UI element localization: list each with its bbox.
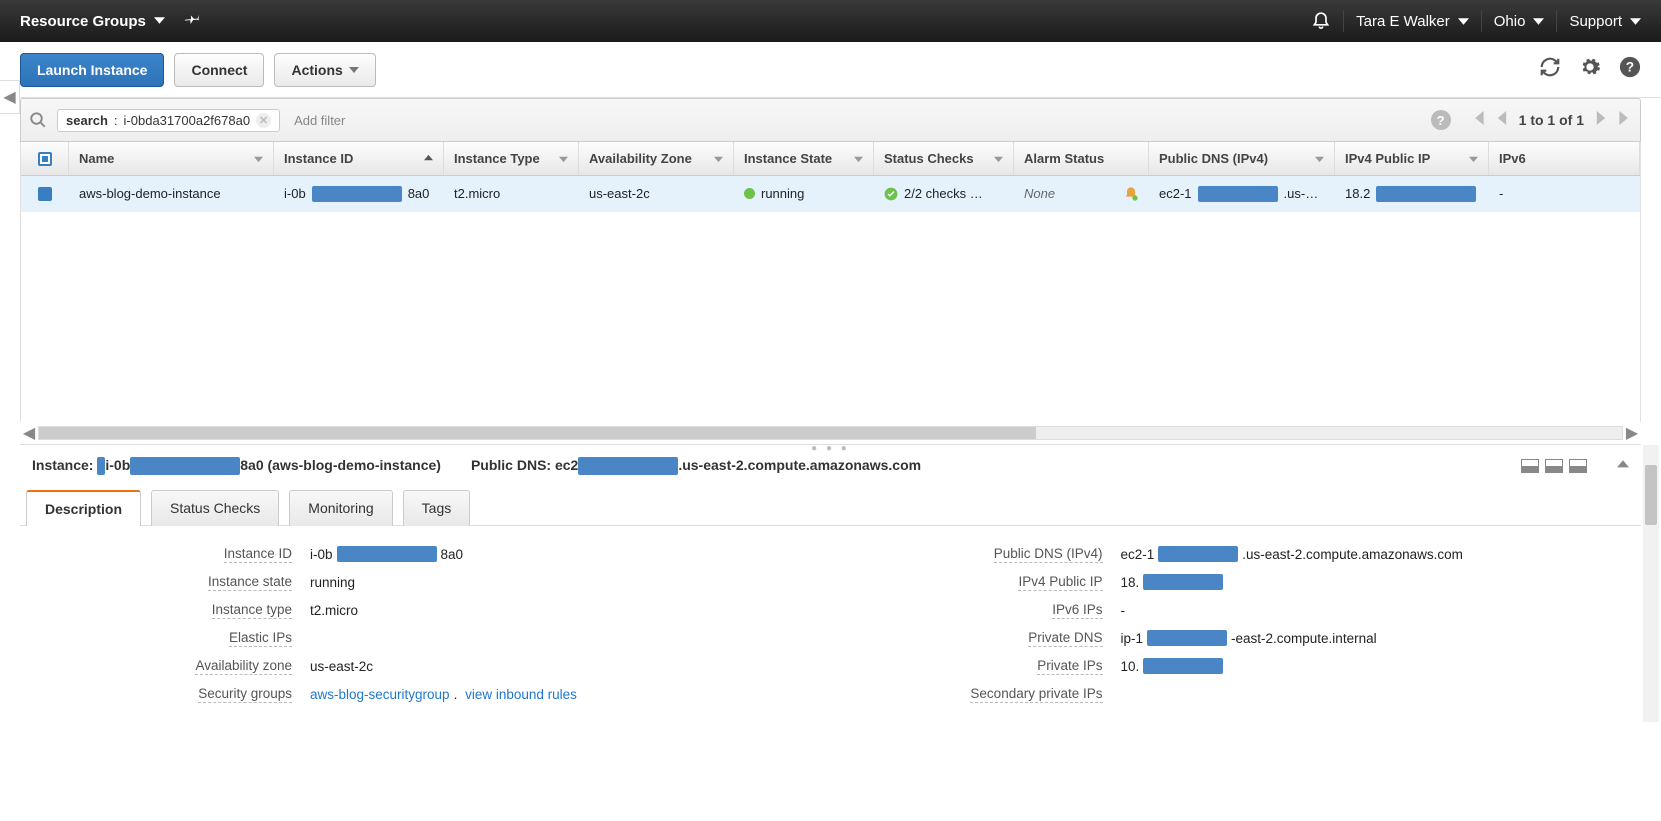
gear-icon[interactable] <box>1579 56 1601 83</box>
cell-checks: 2/2 checks … <box>874 186 1014 201</box>
running-icon <box>744 188 755 199</box>
vertical-scrollbar[interactable] <box>1643 445 1659 722</box>
sort-icon <box>714 151 723 166</box>
page-prev-icon[interactable] <box>1495 111 1509 130</box>
sort-icon <box>854 151 863 166</box>
sort-icon <box>994 151 1003 166</box>
redacted <box>130 457 240 475</box>
description-body: Instance IDi-0b8a0 Instance staterunning… <box>20 526 1641 722</box>
tab-status-checks[interactable]: Status Checks <box>151 490 279 526</box>
chevron-down-icon <box>154 13 165 30</box>
tab-description[interactable]: Description <box>26 490 141 526</box>
layout-compact-icon[interactable] <box>1521 459 1539 473</box>
detail-panel: ● ● ● Instance: i-0b8a0 (aws-blog-demo-i… <box>20 444 1641 722</box>
collapse-icon[interactable] <box>1617 458 1629 474</box>
col-ip[interactable]: IPv4 Public IP <box>1335 142 1489 175</box>
col-name[interactable]: Name <box>69 142 274 175</box>
detail-tabs: Description Status Checks Monitoring Tag… <box>20 489 1641 526</box>
check-ok-icon <box>884 187 898 201</box>
cell-ipv6: - <box>1489 186 1640 201</box>
resize-grip-icon[interactable]: ● ● ● <box>811 443 850 454</box>
col-alarm[interactable]: Alarm Status <box>1014 142 1149 175</box>
cell-az: us-east-2c <box>579 186 734 201</box>
scroll-left-icon[interactable]: ◀ <box>20 423 38 443</box>
horizontal-scrollbar[interactable]: ◀ ▶ <box>20 422 1641 444</box>
table-header-row: Name Instance ID Instance Type Availabil… <box>21 142 1640 176</box>
col-dns[interactable]: Public DNS (IPv4) <box>1149 142 1335 175</box>
layout-split-icon[interactable] <box>1545 459 1563 473</box>
help-icon[interactable]: ? <box>1619 56 1641 83</box>
redacted <box>312 186 402 202</box>
cell-ip: 18.2 <box>1335 186 1489 202</box>
col-ipv6[interactable]: IPv6 <box>1489 142 1640 175</box>
bell-icon[interactable] <box>1311 9 1331 33</box>
view-inbound-rules-link[interactable]: view inbound rules <box>465 687 577 702</box>
search-icon <box>29 111 47 129</box>
cell-state: running <box>734 186 874 201</box>
instances-table: Name Instance ID Instance Type Availabil… <box>20 142 1641 422</box>
page-next-icon[interactable] <box>1594 111 1608 130</box>
launch-instance-button[interactable]: Launch Instance <box>20 53 164 87</box>
redacted <box>578 457 678 475</box>
layout-toggles <box>1521 459 1587 473</box>
cell-instance-id: i-0b8a0 <box>274 186 444 202</box>
redacted <box>1376 186 1476 202</box>
support-menu[interactable]: Support <box>1563 9 1647 34</box>
pin-icon[interactable] <box>185 11 201 31</box>
resource-groups-menu[interactable]: Resource Groups <box>14 9 171 34</box>
resource-groups-label: Resource Groups <box>20 13 146 30</box>
actions-button[interactable]: Actions <box>274 53 375 87</box>
cell-name: aws-blog-demo-instance <box>69 186 274 201</box>
expand-sidebar-icon[interactable]: ◀ <box>0 80 20 114</box>
pager: 1 to 1 of 1 <box>1471 111 1632 130</box>
sort-icon <box>254 151 263 166</box>
svg-text:?: ? <box>1626 60 1634 75</box>
scroll-right-icon[interactable]: ▶ <box>1623 423 1641 443</box>
layout-full-icon[interactable] <box>1569 459 1587 473</box>
user-menu[interactable]: Tara E Walker <box>1350 9 1475 34</box>
security-group-link[interactable]: aws-blog-securitygroup <box>310 687 450 702</box>
select-all-checkbox[interactable] <box>21 142 69 175</box>
cell-alarm: None <box>1014 186 1149 202</box>
cell-type: t2.micro <box>444 186 579 201</box>
pager-text: 1 to 1 of 1 <box>1519 112 1584 128</box>
top-nav: Resource Groups Tara E Walker Ohio Suppo… <box>0 0 1661 42</box>
search-pill[interactable]: search : i-0bda31700a2f678a0 ✕ <box>57 109 280 132</box>
cell-dns: ec2-1.us-… <box>1149 186 1335 202</box>
tab-monitoring[interactable]: Monitoring <box>289 490 392 526</box>
redacted <box>1198 186 1278 202</box>
col-instance-type[interactable]: Instance Type <box>444 142 579 175</box>
add-filter-input[interactable]: Add filter <box>290 109 349 132</box>
sort-icon <box>1315 151 1324 166</box>
col-az[interactable]: Availability Zone <box>579 142 734 175</box>
filter-bar: search : i-0bda31700a2f678a0 ✕ Add filte… <box>20 98 1641 142</box>
action-toolbar: Launch Instance Connect Actions ? <box>0 42 1661 98</box>
table-row[interactable]: aws-blog-demo-instance i-0b8a0 t2.micro … <box>21 176 1640 212</box>
sort-icon <box>1469 151 1478 166</box>
region-menu[interactable]: Ohio <box>1488 9 1551 34</box>
row-checkbox[interactable] <box>38 187 52 201</box>
alarm-bell-icon[interactable] <box>1123 186 1139 202</box>
page-last-icon[interactable] <box>1618 111 1632 130</box>
sort-asc-icon <box>424 151 433 166</box>
close-icon[interactable]: ✕ <box>256 113 271 128</box>
tab-tags[interactable]: Tags <box>403 490 471 526</box>
refresh-icon[interactable] <box>1539 56 1561 83</box>
col-checks[interactable]: Status Checks <box>874 142 1014 175</box>
help-icon[interactable]: ? <box>1431 110 1451 130</box>
chevron-down-icon <box>349 62 359 78</box>
sort-icon <box>559 151 568 166</box>
col-state[interactable]: Instance State <box>734 142 874 175</box>
connect-button[interactable]: Connect <box>174 53 264 87</box>
col-instance-id[interactable]: Instance ID <box>274 142 444 175</box>
page-first-icon[interactable] <box>1471 111 1485 130</box>
